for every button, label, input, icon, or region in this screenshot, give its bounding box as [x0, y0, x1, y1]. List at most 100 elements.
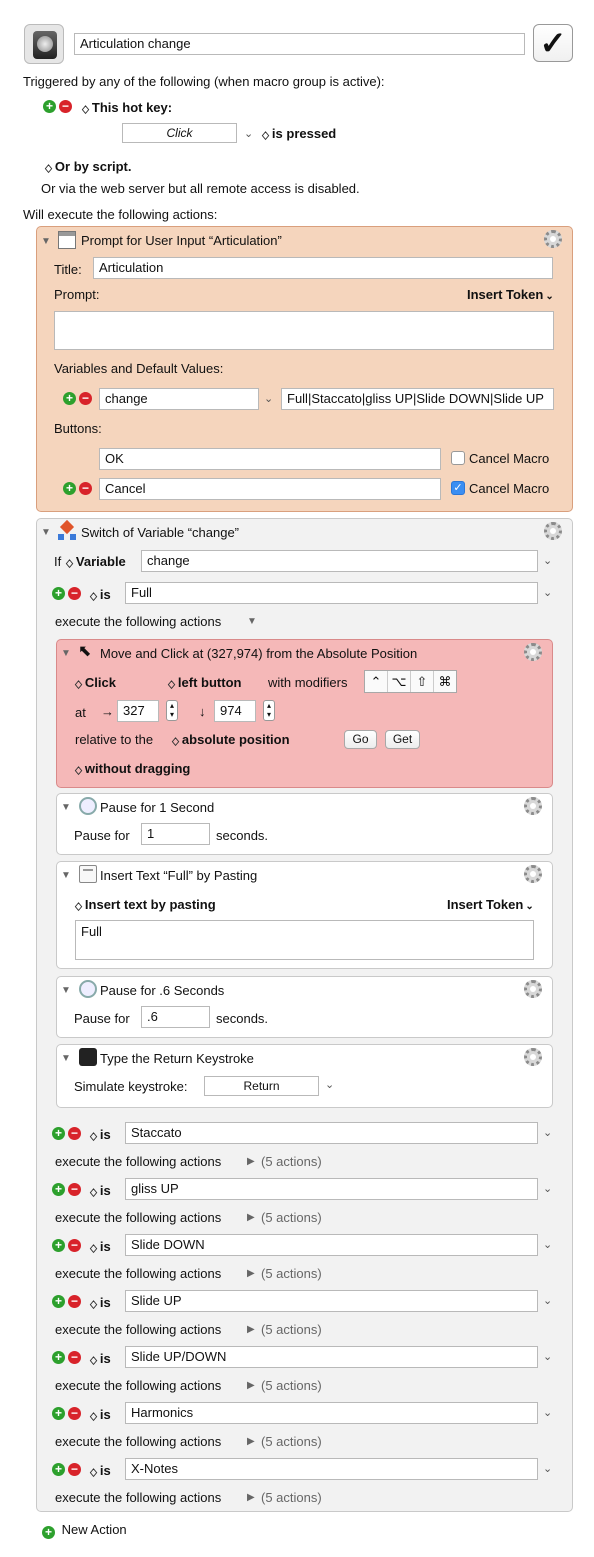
case-add-remove[interactable]: + −: [52, 1351, 82, 1365]
case-dropdown-icon[interactable]: ⌄: [543, 1462, 552, 1475]
prompt-text-area[interactable]: [54, 311, 554, 350]
variable-dropdown-icon[interactable]: ⌄: [264, 392, 273, 405]
command-key-icon[interactable]: ⌘: [434, 671, 456, 692]
switch-variable-dropdown-icon[interactable]: ⌄: [543, 554, 552, 567]
remove-icon[interactable]: −: [68, 1239, 81, 1252]
add-icon[interactable]: +: [63, 392, 76, 405]
collapse-triangle-icon[interactable]: ▼: [61, 985, 71, 996]
switch-action-title[interactable]: Switch of Variable “change”: [81, 525, 239, 540]
add-icon[interactable]: +: [52, 1463, 65, 1476]
insert-token-menu[interactable]: Insert Token ⌄: [447, 897, 534, 912]
collapse-triangle-icon[interactable]: ▼: [61, 648, 71, 659]
y-coordinate-field[interactable]: 974: [214, 700, 256, 722]
prompt-title-field[interactable]: Articulation: [93, 257, 553, 279]
case-dropdown-icon[interactable]: ⌄: [543, 1406, 552, 1419]
remove-icon[interactable]: −: [79, 482, 92, 495]
x-coordinate-field[interactable]: 327: [117, 700, 159, 722]
variable-type-select[interactable]: ◇ Variable: [66, 554, 126, 569]
macro-enabled-checkbox[interactable]: ✓: [533, 24, 573, 62]
case-value-field[interactable]: gliss UP: [125, 1178, 538, 1200]
keystroke-title[interactable]: Type the Return Keystroke: [100, 1051, 254, 1066]
get-button[interactable]: Get: [385, 730, 420, 749]
gear-icon[interactable]: [524, 980, 542, 998]
variable-name-field[interactable]: change: [99, 388, 259, 410]
case-add-remove[interactable]: + −: [52, 587, 82, 601]
remove-icon[interactable]: −: [59, 100, 72, 113]
option-key-icon[interactable]: ⌥: [388, 671, 411, 692]
add-icon[interactable]: +: [52, 1351, 65, 1364]
keystroke-field[interactable]: Return: [204, 1076, 319, 1096]
expand-triangle-icon[interactable]: ▶: [247, 1492, 255, 1503]
hotkey-add-remove[interactable]: + −: [43, 100, 73, 114]
case-dropdown-icon[interactable]: ⌄: [543, 1294, 552, 1307]
button-add-remove[interactable]: + −: [63, 482, 93, 496]
insert-text-title[interactable]: Insert Text “Full” by Pasting: [100, 868, 257, 883]
gear-icon[interactable]: [524, 643, 542, 661]
insert-token-menu[interactable]: Insert Token ⌄: [467, 287, 554, 302]
variable-default-field[interactable]: Full|Staccato|gliss UP|Slide DOWN|Slide …: [281, 388, 554, 410]
expand-triangle-icon[interactable]: ▶: [247, 1436, 255, 1447]
keystroke-dropdown-icon[interactable]: ⌄: [325, 1078, 334, 1091]
mouse-button-select[interactable]: ◇ left button: [168, 675, 241, 690]
remove-icon[interactable]: −: [68, 1127, 81, 1140]
case-value-field[interactable]: Full: [125, 582, 538, 604]
gear-icon[interactable]: [544, 522, 562, 540]
case-condition-select[interactable]: ◇ is: [90, 1127, 111, 1142]
prompt-action-title[interactable]: Prompt for User Input “Articulation”: [81, 233, 282, 248]
add-icon[interactable]: +: [52, 587, 65, 600]
remove-icon[interactable]: −: [68, 1351, 81, 1364]
hotkey-field[interactable]: Click: [122, 123, 237, 143]
expand-triangle-icon[interactable]: ▶: [247, 1324, 255, 1335]
case-add-remove[interactable]: + −: [52, 1295, 82, 1309]
collapse-triangle-icon[interactable]: ▼: [61, 1053, 71, 1064]
case-condition-select[interactable]: ◇ is: [90, 1407, 111, 1422]
add-icon[interactable]: +: [52, 1183, 65, 1196]
click-type-select[interactable]: ◇ Click: [75, 675, 116, 690]
control-key-icon[interactable]: ⌃: [365, 671, 388, 692]
add-icon[interactable]: +: [52, 1295, 65, 1308]
x-stepper-icon[interactable]: ▴ ▾: [166, 700, 178, 721]
add-icon[interactable]: +: [52, 1407, 65, 1420]
case-dropdown-icon[interactable]: ⌄: [543, 1126, 552, 1139]
macro-name-field[interactable]: Articulation change: [74, 33, 525, 55]
gear-icon[interactable]: [524, 865, 542, 883]
case-condition-select[interactable]: ◇ is: [90, 1463, 111, 1478]
remove-icon[interactable]: −: [79, 392, 92, 405]
pause1-title[interactable]: Pause for 1 Second: [100, 800, 214, 815]
case-condition-select[interactable]: ◇ is: [90, 1239, 111, 1254]
new-action-button[interactable]: + New Action: [42, 1522, 127, 1539]
hotkey-trigger-type[interactable]: ◇ This hot key:: [82, 100, 172, 115]
case-dropdown-icon[interactable]: ⌄: [543, 1350, 552, 1363]
expand-triangle-icon[interactable]: ▶: [247, 1380, 255, 1391]
remove-icon[interactable]: −: [68, 1407, 81, 1420]
case-value-field[interactable]: Slide DOWN: [125, 1234, 538, 1256]
case-value-field[interactable]: Slide UP: [125, 1290, 538, 1312]
collapse-triangle-icon[interactable]: ▼: [61, 802, 71, 813]
collapse-triangle-icon[interactable]: ▼: [41, 527, 51, 538]
pause2-title[interactable]: Pause for .6 Seconds: [100, 983, 224, 998]
drag-mode-select[interactable]: ◇ without dragging: [75, 761, 190, 776]
case-value-field[interactable]: Harmonics: [125, 1402, 538, 1424]
insert-text-area[interactable]: Full: [75, 920, 534, 960]
button-cancel-field[interactable]: Cancel: [99, 478, 441, 500]
remove-icon[interactable]: −: [68, 587, 81, 600]
collapse-triangle-icon[interactable]: ▼: [41, 236, 51, 247]
case-dropdown-icon[interactable]: ⌄: [543, 586, 552, 599]
case-value-field[interactable]: X-Notes: [125, 1458, 538, 1480]
expand-triangle-icon[interactable]: ▶: [247, 1212, 255, 1223]
add-icon[interactable]: +: [43, 100, 56, 113]
case-add-remove[interactable]: + −: [52, 1463, 82, 1477]
cancel-macro-checkbox[interactable]: [451, 451, 465, 465]
hotkey-dropdown-icon[interactable]: ⌄: [244, 127, 253, 140]
case-condition-select[interactable]: ◇ is: [90, 1351, 111, 1366]
remove-icon[interactable]: −: [68, 1295, 81, 1308]
gear-icon[interactable]: [544, 230, 562, 248]
add-icon[interactable]: +: [52, 1127, 65, 1140]
add-icon[interactable]: +: [63, 482, 76, 495]
expand-triangle-icon[interactable]: ▼: [247, 616, 257, 627]
case-dropdown-icon[interactable]: ⌄: [543, 1238, 552, 1251]
case-add-remove[interactable]: + −: [52, 1183, 82, 1197]
switch-variable-field[interactable]: change: [141, 550, 538, 572]
case-add-remove[interactable]: + −: [52, 1239, 82, 1253]
case-condition-select[interactable]: ◇ is: [90, 1295, 111, 1310]
